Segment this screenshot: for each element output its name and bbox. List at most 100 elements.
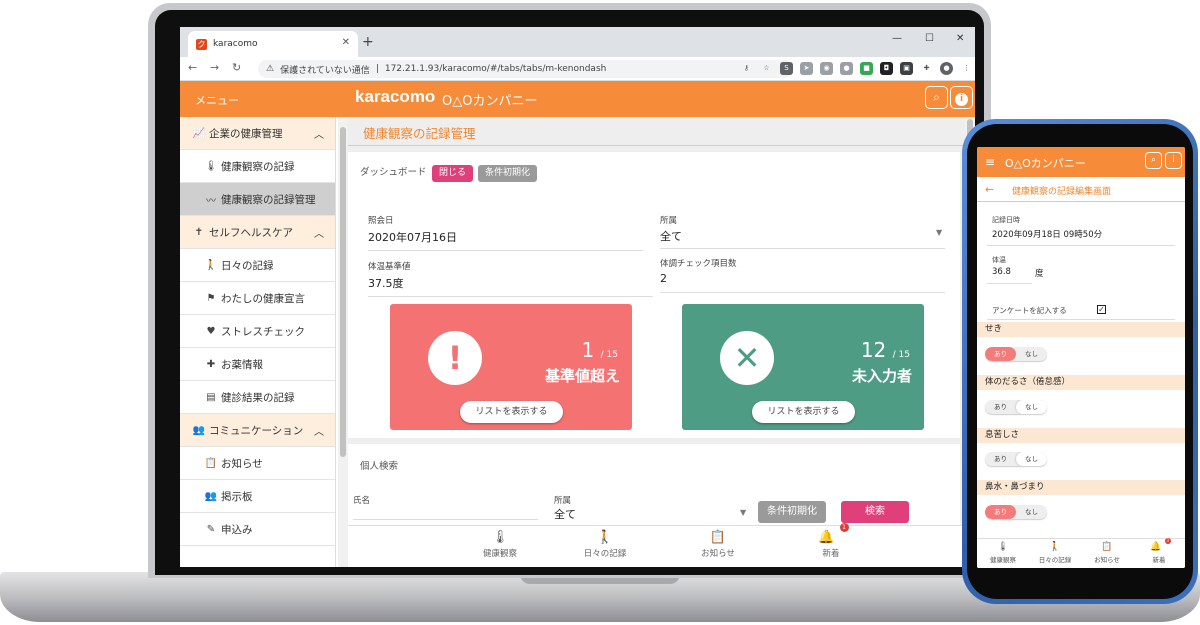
sidebar-scroll-thumb[interactable] — [340, 127, 346, 457]
date-value[interactable]: 2020年07月16日 — [368, 229, 457, 245]
search-icon: ⌕ — [933, 90, 940, 104]
sidebar-item-label: 日々の記録 — [221, 259, 274, 272]
close-button[interactable]: 閉じる — [432, 165, 474, 182]
phone-tab-notice[interactable]: 📋 お知らせ — [1081, 542, 1133, 564]
info-button[interactable]: i — [950, 86, 973, 109]
temp-input[interactable]: 36.8 — [992, 267, 1011, 277]
dept-select[interactable]: 全て — [660, 228, 682, 244]
phone-tab-daily[interactable]: 🚶 日々の記録 — [1029, 542, 1081, 564]
minimize-icon[interactable]: — — [892, 33, 902, 44]
back-icon[interactable]: ← — [188, 61, 197, 74]
phone-search-button[interactable]: ⌕ — [1145, 152, 1162, 169]
sidebar-item-apply[interactable]: ✎ 申込み — [180, 513, 335, 546]
sidebar-group-communication[interactable]: 👥 コミュニケーション ︿ — [180, 414, 335, 447]
extension-vt-icon[interactable]: ◉ — [820, 62, 833, 75]
sidebar-item-board[interactable]: 👥 掲示板 — [180, 480, 335, 513]
close-tab-icon[interactable]: ✕ — [342, 37, 350, 48]
toggle-yes[interactable]: あり — [985, 347, 1016, 361]
sidebar-item-label: わたしの健康宣言 — [221, 292, 305, 305]
tab-label: 新着 — [822, 549, 840, 559]
sidebar-item-health-record-admin[interactable]: 〰 健康観察の記録管理 — [180, 183, 335, 216]
walking-icon: 🚶 — [204, 259, 218, 271]
tab-title: karacomo — [213, 39, 258, 49]
tab-new[interactable]: 🔔1 新着 — [791, 523, 871, 559]
dropdown-arrow-icon[interactable]: ▼ — [936, 228, 942, 237]
toggle-fatigue[interactable]: あり なし — [985, 400, 1047, 414]
toggle-no[interactable]: なし — [1016, 347, 1047, 361]
back-arrow-icon[interactable]: ← — [985, 183, 994, 196]
toggle-yes[interactable]: あり — [985, 400, 1016, 414]
browser-tab[interactable]: ク karacomo ✕ — [188, 31, 358, 57]
sidebar-item-checkup[interactable]: ▤ 健診結果の記録 — [180, 381, 335, 414]
browser-addressbar: ← → ↻ ⚠ 保護されていない通信 | 172.21.1.93/karacom… — [180, 57, 975, 81]
puzzle-icon[interactable]: ✚ — [920, 62, 933, 75]
tab-label: 健康観察 — [482, 549, 517, 559]
search-button[interactable]: 検索 — [841, 501, 909, 523]
tab-notice[interactable]: 📋 お知らせ — [678, 530, 758, 559]
field-divider — [368, 250, 643, 251]
hamburger-icon[interactable]: ≡ — [985, 155, 995, 169]
toggle-yes[interactable]: あり — [985, 505, 1016, 519]
survey-label: アンケートを記入する — [992, 306, 1067, 315]
sidebar-group-corporate[interactable]: 📈 企業の健康管理 ︿ — [180, 117, 335, 150]
temp-threshold-label: 体温基準値 — [368, 262, 411, 272]
sidebar-item-medicine[interactable]: ✚ お薬情報 — [180, 348, 335, 381]
toggle-cough[interactable]: あり なし — [985, 347, 1047, 361]
show-list-button[interactable]: リストを表示する — [460, 401, 563, 423]
datetime-value[interactable]: 2020年09月18日 09時50分 — [992, 228, 1102, 240]
personal-search-card: 個人検索 氏名 所属 全て ▼ 条件初期化 検索 — [348, 444, 960, 525]
url-divider: | — [375, 64, 379, 74]
tab-label: お知らせ — [1094, 556, 1120, 564]
question-fatigue: 体のだるさ（倦怠感） — [977, 375, 1185, 390]
field-divider — [987, 319, 1175, 320]
search-dept-select[interactable]: 全て — [554, 506, 576, 522]
kebab-menu-icon[interactable]: ⋮ — [960, 62, 973, 75]
extension-icons: ⚷ ☆ S ➤ ◉ ● ■ ◘ ▣ ✚ ● ⋮ — [740, 62, 973, 75]
reload-icon[interactable]: ↻ — [232, 61, 241, 74]
extension-cursor-icon[interactable]: ➤ — [800, 62, 813, 75]
show-list-button[interactable]: リストを表示する — [752, 401, 855, 423]
sidebar-item-stress[interactable]: ♥ ストレスチェック — [180, 315, 335, 348]
toggle-no[interactable]: なし — [1016, 452, 1047, 466]
bell-icon: 🔔1 — [791, 523, 871, 547]
reset-conditions-button[interactable]: 条件初期化 — [478, 165, 538, 182]
phone-tab-health[interactable]: 🌡 健康観察 — [977, 542, 1029, 564]
star-icon[interactable]: ☆ — [760, 62, 773, 75]
tab-health[interactable]: 🌡 健康観察 — [460, 530, 540, 559]
sidebar-item-health-record[interactable]: 🌡 健康観察の記録 — [180, 150, 335, 183]
toggle-no[interactable]: なし — [1016, 505, 1047, 519]
phone-info-button[interactable]: i — [1165, 152, 1182, 169]
toggle-breath[interactable]: あり なし — [985, 452, 1047, 466]
extension-camera-icon[interactable]: ◘ — [880, 62, 893, 75]
search-button[interactable]: ⌕ — [925, 86, 948, 109]
search-reset-button[interactable]: 条件初期化 — [758, 501, 826, 523]
extension-s-icon[interactable]: S — [780, 62, 793, 75]
key-icon[interactable]: ⚷ — [740, 62, 753, 75]
survey-checkbox[interactable]: ✓ — [1097, 305, 1106, 314]
tab-daily[interactable]: 🚶 日々の記録 — [565, 530, 645, 559]
profile-icon[interactable]: ● — [940, 62, 953, 75]
url-input[interactable]: ⚠ 保護されていない通信 | 172.21.1.93/karacomo/#/ta… — [258, 60, 793, 78]
maximize-icon[interactable]: ☐ — [925, 33, 934, 44]
sidebar: 📈 企業の健康管理 ︿ 🌡 健康観察の記録 〰 健康観察の記録管理 ✝ セルフヘ… — [180, 117, 336, 567]
chevron-up-icon: ︿ — [314, 427, 324, 438]
dashboard-label: ダッシュボード — [360, 167, 427, 178]
sidebar-item-declaration[interactable]: ⚑ わたしの健康宣言 — [180, 282, 335, 315]
dropdown-arrow-icon[interactable]: ▼ — [740, 508, 746, 517]
brand-logo: karacomo — [355, 87, 436, 106]
extension-circle-icon[interactable]: ● — [840, 62, 853, 75]
new-tab-button[interactable]: + — [362, 34, 374, 50]
sidebar-item-notice[interactable]: 📋 お知らせ — [180, 447, 335, 480]
phone-tab-new[interactable]: 🔔3 新着 — [1133, 538, 1185, 564]
sidebar-item-label: 健康観察の記録 — [221, 160, 295, 173]
extension-color-icon[interactable]: ■ — [860, 62, 873, 75]
sidebar-item-daily[interactable]: 🚶 日々の記録 — [180, 249, 335, 282]
toggle-yes[interactable]: あり — [985, 452, 1016, 466]
toggle-nose[interactable]: あり なし — [985, 505, 1047, 519]
extension-pocket-icon[interactable]: ▣ — [900, 62, 913, 75]
sidebar-group-selfcare[interactable]: ✝ セルフヘルスケア ︿ — [180, 216, 335, 249]
name-input-underline[interactable] — [353, 519, 538, 520]
close-window-icon[interactable]: ✕ — [956, 33, 964, 44]
forward-icon[interactable]: → — [210, 61, 219, 74]
toggle-no[interactable]: なし — [1016, 400, 1047, 414]
